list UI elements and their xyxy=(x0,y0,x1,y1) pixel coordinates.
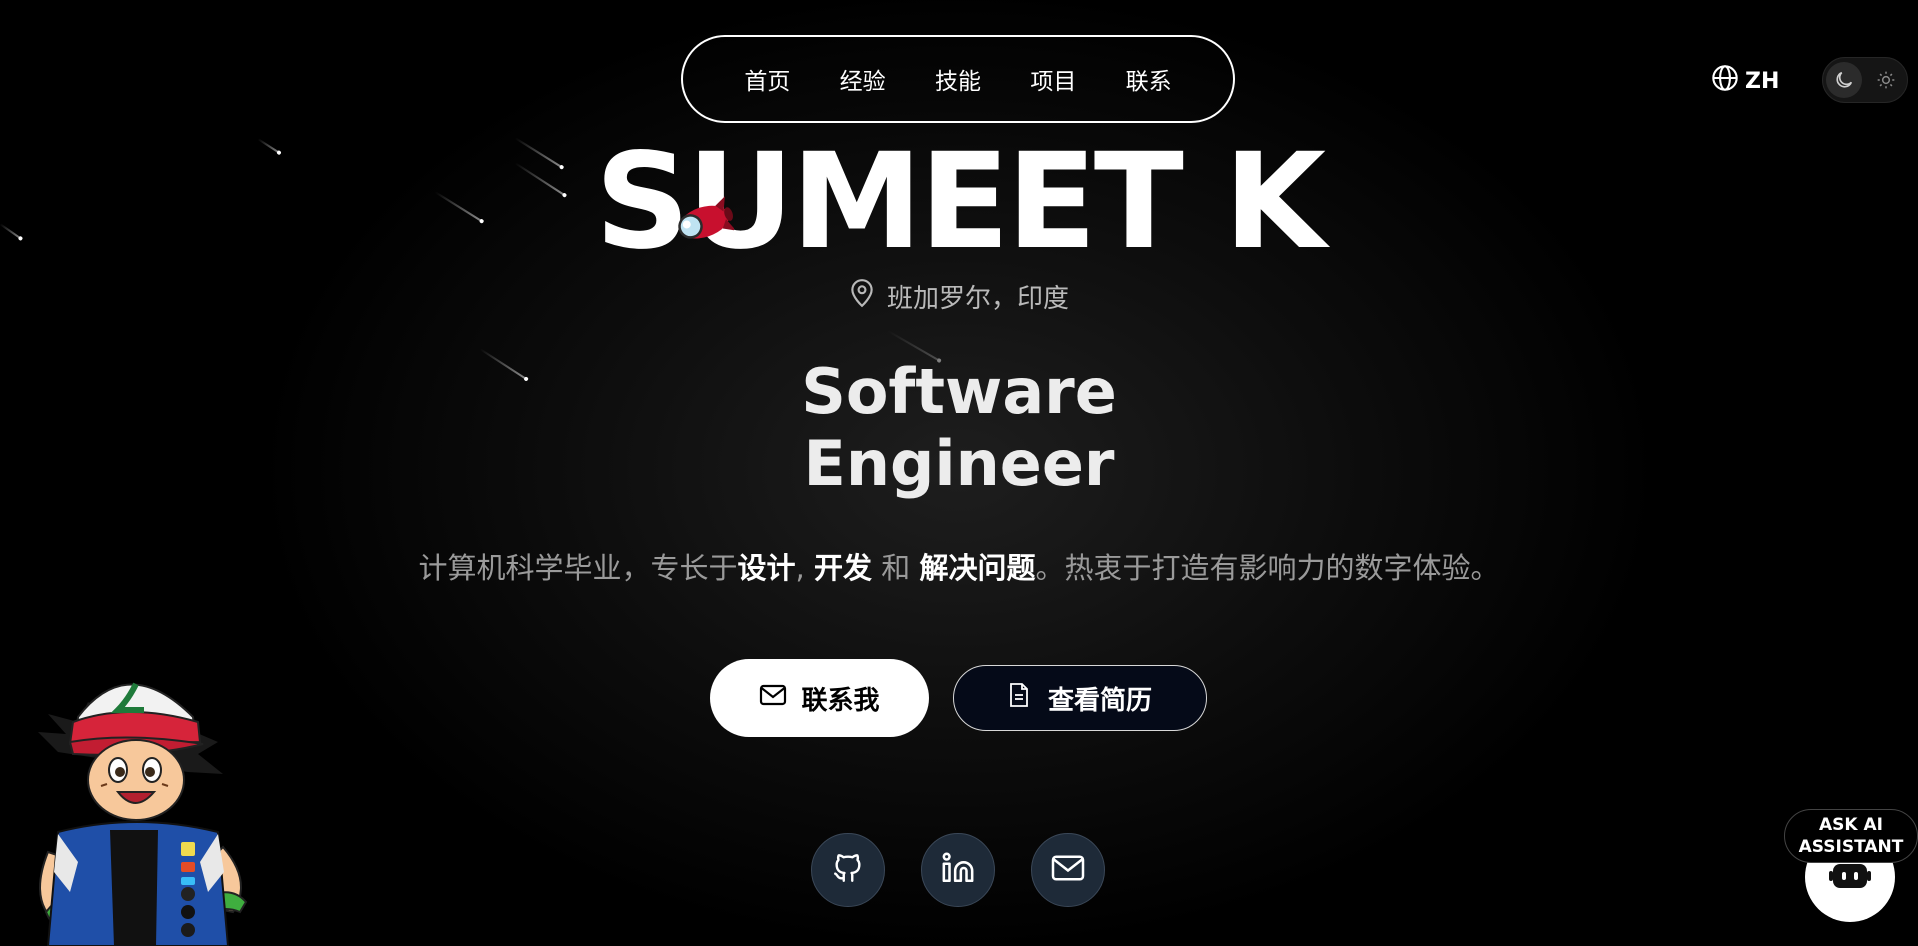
mail-icon xyxy=(1050,853,1086,887)
location-text: 班加罗尔，印度 xyxy=(886,284,1069,314)
ask-ai-assistant-label[interactable]: ASK AI ASSISTANT xyxy=(1784,809,1918,863)
tagline: 计算机科学毕业，专长于设计, 开发 和 解决问题。热衷于打造有影响力的数字体验。 xyxy=(0,545,1918,587)
github-icon xyxy=(831,851,865,889)
nav-item-contact[interactable]: 联系 xyxy=(1116,56,1182,102)
robot-icon xyxy=(1829,858,1871,896)
tagline-intro: 计算机科学毕业，专长于 xyxy=(418,551,738,585)
main-nav: 首页 经验 技能 项目 联系 xyxy=(681,35,1235,123)
view-resume-button[interactable]: 查看简历 xyxy=(953,665,1207,731)
job-title-line1: Software xyxy=(801,355,1117,428)
map-pin-icon xyxy=(849,278,875,315)
ask-ai-line2: ASSISTANT xyxy=(1798,837,1904,857)
ask-ai-line1: ASK AI xyxy=(1819,815,1883,835)
tagline-and: 和 xyxy=(872,551,920,585)
contact-me-label: 联系我 xyxy=(801,685,880,716)
linkedin-button[interactable] xyxy=(921,833,995,907)
rocket-icon xyxy=(668,195,737,255)
nav-item-skills[interactable]: 技能 xyxy=(925,56,991,102)
nav-item-projects[interactable]: 项目 xyxy=(1020,56,1086,102)
view-resume-label: 查看简历 xyxy=(1047,685,1152,716)
cartoon-character-illustration xyxy=(18,662,268,946)
github-button[interactable] xyxy=(811,833,885,907)
tagline-develop: 开发 xyxy=(813,551,872,585)
tagline-design: 设计 xyxy=(737,551,796,585)
theme-toggle[interactable] xyxy=(1822,57,1908,103)
tagline-separator: , xyxy=(795,551,814,585)
hero-name: SUMEET K xyxy=(594,125,1326,279)
email-button[interactable] xyxy=(1031,833,1105,907)
nav-item-home[interactable]: 首页 xyxy=(734,56,800,102)
document-icon xyxy=(1008,682,1030,715)
sun-icon[interactable] xyxy=(1868,62,1904,98)
page: 首页 经验 技能 项目 联系 ZH SUMEET K 班加罗尔，印度 Softw… xyxy=(0,0,1918,946)
globe-icon xyxy=(1711,64,1739,98)
language-label: ZH xyxy=(1745,68,1780,94)
moon-icon[interactable] xyxy=(1826,62,1862,98)
language-switcher[interactable]: ZH xyxy=(1711,64,1779,98)
nav-item-experience[interactable]: 经验 xyxy=(830,56,896,102)
tagline-outro: 。热衷于打造有影响力的数字体验。 xyxy=(1035,551,1500,585)
contact-me-button[interactable]: 联系我 xyxy=(710,659,929,737)
mail-icon xyxy=(759,683,787,714)
job-title: Software Engineer xyxy=(0,356,1918,500)
linkedin-icon xyxy=(941,851,975,889)
job-title-line2: Engineer xyxy=(803,427,1115,500)
tagline-solve: 解决问题 xyxy=(919,551,1036,585)
location: 班加罗尔，印度 xyxy=(0,278,1918,315)
